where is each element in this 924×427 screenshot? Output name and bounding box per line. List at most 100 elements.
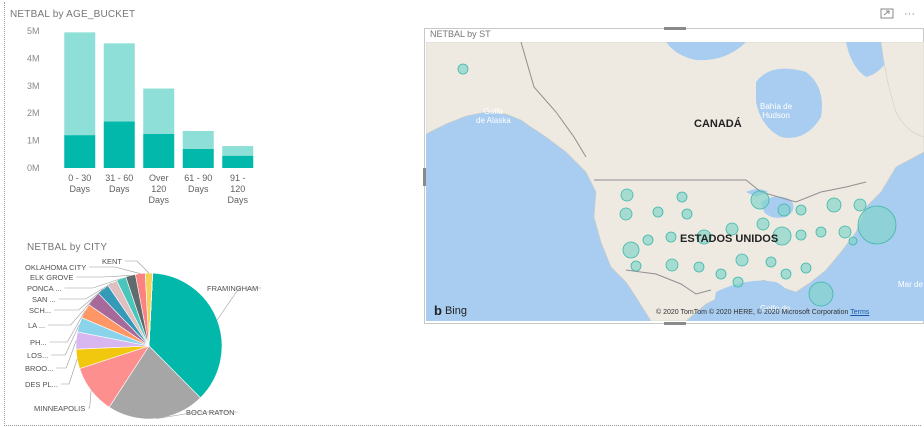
pie-label: SAN ... — [32, 295, 56, 304]
bubble — [853, 198, 867, 212]
pie-label: LOS... — [27, 351, 48, 360]
x-tick-label: Over — [149, 173, 169, 183]
label-usa: ESTADOS UNIDOS — [680, 233, 779, 245]
y-tick-label: 0M — [27, 163, 40, 173]
bubble — [777, 203, 791, 217]
resize-handle-top[interactable] — [664, 27, 686, 30]
terms-link[interactable]: Terms — [850, 309, 869, 316]
pie-label: KENT — [102, 257, 122, 266]
x-tick-label: 31 - 60 — [105, 173, 133, 183]
city-pie-title: NETBAL by CITY — [27, 242, 108, 253]
bubble — [735, 253, 749, 267]
pie-leader-line — [76, 275, 131, 278]
city-pie-chart: FRAMINGHAMBOCA RATONMINNEAPOLISDES PL...… — [25, 257, 262, 420]
age-bucket-bar-chart: 5M4M3M2M1M0M0 - 30Days31 - 60DaysOver120… — [27, 26, 254, 205]
bubble — [652, 206, 664, 218]
label-golfo-alaska: Golfo de Alaska — [476, 107, 511, 125]
bubble — [815, 226, 827, 238]
x-tick-label: Days — [109, 184, 130, 194]
pie-leader-line — [51, 324, 80, 356]
label-hudson: Bahía de Hudson — [760, 102, 793, 120]
x-tick-label: Days — [69, 184, 90, 194]
pie-label: OKLAHOMA CITY — [25, 263, 86, 272]
bar-91-120-days-seg1[interactable] — [222, 146, 254, 156]
bar-0-30-days-seg0[interactable] — [64, 135, 96, 168]
pie-leader-line — [125, 260, 150, 274]
pie-label: PONCA ... — [27, 284, 62, 293]
bubble — [848, 236, 858, 246]
bubble — [642, 234, 654, 246]
bubble — [622, 241, 640, 259]
land-north-america — [426, 42, 924, 321]
bar-over-120-days-seg1[interactable] — [143, 88, 175, 134]
x-tick-label: 61 - 90 — [184, 173, 212, 183]
bubble — [681, 208, 693, 220]
y-tick-label: 1M — [27, 136, 40, 146]
bar-0-30-days-seg1[interactable] — [64, 32, 96, 136]
pie-label: DES PL... — [25, 380, 58, 389]
bing-icon: b — [434, 303, 442, 318]
pie-label: PH... — [30, 338, 47, 347]
bubble — [665, 231, 677, 243]
x-tick-label: 120 — [230, 184, 245, 194]
bubble — [676, 191, 688, 203]
bar-31-60-days-seg0[interactable] — [103, 121, 135, 168]
pie-leader-line — [56, 340, 77, 369]
map-area[interactable]: Golfo de Alaska Bahía de Hudson CANADÁ E… — [426, 42, 924, 321]
pie-label: ELK GROVE — [30, 273, 73, 282]
visual-header-icons: ··· — [880, 8, 915, 22]
pie-label: LA ... — [28, 321, 45, 330]
pie-leader-line — [89, 266, 141, 274]
bubble — [800, 262, 812, 274]
age-bucket-title: NETBAL by AGE_BUCKET — [10, 9, 136, 20]
label-canada: CANADÁ — [694, 118, 742, 130]
pie-leader-line — [88, 390, 92, 409]
x-tick-label: Days — [188, 184, 209, 194]
map-copyright: © 2020 TomTom © 2020 HERE, © 2020 Micros… — [656, 309, 869, 316]
y-tick-label: 3M — [27, 81, 40, 91]
bubble — [765, 256, 777, 268]
x-tick-label: 0 - 30 — [68, 173, 91, 183]
pie-label: BROO... — [25, 364, 53, 373]
bubble — [795, 229, 807, 241]
bubble — [732, 276, 744, 288]
bubble — [630, 260, 642, 272]
bubble — [808, 281, 834, 307]
y-tick-label: 2M — [27, 108, 40, 118]
bing-logo: b Bing — [434, 303, 467, 318]
map-svg — [426, 42, 924, 321]
bubble — [780, 268, 792, 280]
bubble — [665, 258, 679, 272]
pie-label: SCH... — [29, 306, 51, 315]
bubble — [620, 188, 634, 202]
bubble — [857, 205, 897, 245]
pie-label: MINNEAPOLIS — [34, 404, 85, 413]
bar-91-120-days-seg0[interactable] — [222, 155, 254, 168]
bubble — [715, 268, 727, 280]
bubble — [756, 217, 770, 231]
bubble — [838, 225, 852, 239]
pie-leader-line — [60, 358, 78, 385]
y-tick-label: 5M — [27, 26, 40, 36]
focus-mode-icon[interactable] — [880, 8, 894, 22]
bing-label: Bing — [444, 304, 467, 317]
bar-61-90-days-seg0[interactable] — [182, 148, 214, 168]
copyright-text: © 2020 TomTom © 2020 HERE, © 2020 Micros… — [656, 309, 849, 316]
resize-handle-bottom[interactable] — [664, 322, 686, 325]
bubble — [693, 261, 705, 273]
bubble — [619, 207, 633, 221]
bubble — [826, 197, 842, 213]
bubble — [457, 63, 469, 75]
y-tick-label: 4M — [27, 53, 40, 63]
pie-label: FRAMINGHAM — [207, 284, 258, 293]
x-tick-label: 91 - — [230, 173, 246, 183]
map-title: NETBAL by ST — [430, 29, 491, 39]
x-tick-label: Days — [148, 195, 169, 205]
label-mar-de: Mar de — [898, 280, 923, 289]
more-options-icon[interactable]: ··· — [904, 8, 915, 22]
bar-over-120-days-seg0[interactable] — [143, 133, 175, 168]
bubble — [795, 204, 807, 216]
x-tick-label: Days — [227, 195, 248, 205]
bar-61-90-days-seg1[interactable] — [182, 131, 214, 149]
bar-31-60-days-seg1[interactable] — [103, 43, 135, 122]
